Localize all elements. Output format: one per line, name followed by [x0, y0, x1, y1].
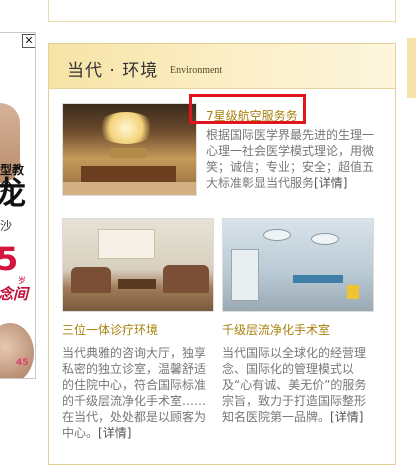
section-title: 当代 · 环境	[67, 61, 159, 81]
consult-room-photo[interactable]	[62, 218, 214, 312]
panel-header: 当代 · 环境 Environment	[49, 44, 395, 89]
surgical-lamp-shape	[263, 229, 291, 241]
window-shape	[98, 229, 155, 259]
adjacent-panel-edge	[407, 38, 416, 98]
lobby-photo[interactable]	[62, 103, 197, 196]
item-description: 当代国际以全球化的经营理念、国际化的管理模式以及“心有诚、美无价”的服务宗旨，致…	[222, 346, 367, 424]
operating-table-shape	[293, 275, 343, 283]
ad-text-line: 龙	[0, 175, 26, 211]
sofa-shape	[71, 267, 111, 293]
item-more-link[interactable]: [详情]	[98, 426, 131, 440]
chandelier-shape	[97, 112, 155, 144]
item-caption-link[interactable]: 千级层流净化手术室	[222, 321, 330, 338]
close-icon[interactable]: ✕	[22, 34, 35, 48]
feature-description: 根据国际医学界最先进的生理一心理一社会医学模式理论，用微笑；诚信；专业；安全；超…	[206, 128, 375, 190]
table-shape	[118, 279, 156, 289]
item-more-link[interactable]: [详情]	[330, 410, 363, 424]
lobby-sign-shape	[111, 148, 147, 158]
ad-text-line: 45	[16, 358, 29, 368]
feature-more-link[interactable]: [详情]	[314, 176, 347, 190]
sofa-shape	[163, 265, 209, 293]
feature-title-link[interactable]: 7星级航空服务务	[206, 107, 298, 124]
ad-text-line: 沙	[0, 219, 13, 233]
ad-text-line: 念间	[0, 285, 29, 303]
bin-shape	[347, 285, 359, 299]
section-subtitle: Environment	[170, 65, 223, 76]
floor-shape	[63, 182, 196, 195]
item-caption-link[interactable]: 三位一体诊疗环境	[62, 321, 158, 338]
floating-ad[interactable]: ✕ 型教父 龙 沙 5 岁 念间 45	[0, 32, 36, 379]
reception-desk-shape	[81, 166, 176, 182]
top-panel-remnant	[48, 0, 396, 22]
surgery-room-photo[interactable]	[222, 218, 374, 312]
ad-portrait-image	[0, 323, 34, 378]
surgical-lamp-shape	[311, 233, 339, 245]
item-description: 当代典雅的咨询大厅，独享私密的独立诊室，温馨舒适的住院中心，符合国际标准的千级层…	[62, 346, 207, 440]
cabinet-shape	[231, 249, 259, 301]
ad-text-line: 5	[0, 241, 18, 277]
